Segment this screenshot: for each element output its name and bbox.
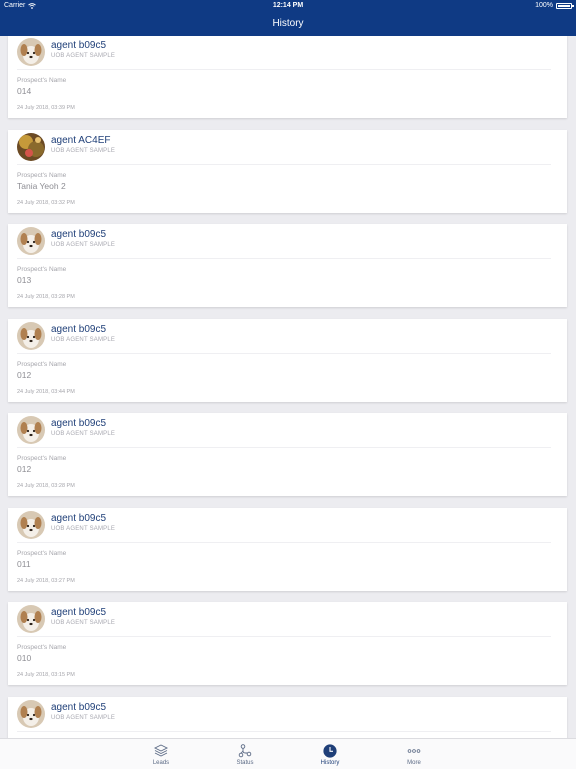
history-timestamp: 24 July 2018, 03:44 PM bbox=[17, 388, 75, 395]
prospect-name-label: Prospect's Name bbox=[17, 360, 67, 368]
card-divider bbox=[17, 352, 551, 354]
history-card[interactable]: agent b09c5 UOB AGENT SAMPLE Prospect's Na… bbox=[8, 318, 567, 402]
history-card[interactable]: agent AC4EF UOB AGENT SAMPLE Prospect's Na… bbox=[8, 129, 567, 213]
agent-avatar bbox=[17, 321, 45, 350]
tab-label: Leads bbox=[152, 760, 170, 766]
agent-name: agent b09c5 bbox=[51, 40, 107, 51]
history-list[interactable]: agent b09c5 UOB AGENT SAMPLE Prospect's Na… bbox=[0, 36, 576, 738]
agent-role: UOB AGENT SAMPLE bbox=[51, 336, 116, 343]
layers-icon bbox=[154, 744, 168, 757]
prospect-name-label: Prospect's Name bbox=[17, 266, 67, 273]
agent-role: UOB AGENT SAMPLE bbox=[51, 431, 116, 437]
tab-label: Status bbox=[236, 760, 254, 766]
tab-label: History bbox=[320, 760, 340, 766]
tab-bar: Leads Status History More bbox=[0, 738, 576, 769]
prospect-name-label: Prospect's Name bbox=[17, 171, 67, 179]
agent-avatar bbox=[17, 227, 45, 255]
prospect-name-label: Prospect's Name bbox=[17, 455, 67, 462]
tab-more[interactable]: More bbox=[384, 739, 444, 769]
agent-name: agent b09c5 bbox=[51, 512, 107, 524]
history-timestamp: 24 July 2018, 03:28 PM bbox=[17, 294, 75, 300]
card-divider bbox=[17, 447, 551, 448]
battery-percent: 100% bbox=[535, 2, 553, 9]
agent-avatar bbox=[17, 38, 45, 66]
prospect-name-value: 011 bbox=[17, 558, 31, 569]
clock-time: 12:14 PM bbox=[272, 2, 304, 9]
history-card[interactable]: agent b09c5 UOB AGENT SAMPLE Prospect's Na… bbox=[8, 413, 567, 496]
agent-name: agent b09c5 bbox=[51, 323, 107, 335]
tab-label: More bbox=[407, 760, 421, 766]
prospect-name-value: 010 bbox=[17, 653, 32, 663]
agent-name: agent b09c5 bbox=[51, 229, 107, 240]
status-flow-icon bbox=[238, 744, 252, 758]
history-card[interactable]: agent b09c5 UOB AGENT SAMPLE Prospect's Na… bbox=[8, 224, 567, 307]
agent-name: agent AC4EF bbox=[51, 134, 111, 146]
agent-avatar bbox=[17, 699, 45, 728]
card-divider bbox=[17, 69, 551, 70]
agent-role: UOB AGENT SAMPLE bbox=[51, 53, 116, 59]
nav-bar: History bbox=[0, 12, 576, 36]
battery-icon bbox=[556, 2, 574, 9]
page-title: History bbox=[272, 18, 304, 29]
tab-history[interactable]: History bbox=[300, 739, 360, 769]
card-divider bbox=[17, 636, 551, 637]
agent-avatar bbox=[17, 416, 45, 444]
agent-avatar bbox=[17, 132, 45, 161]
prospect-name-label: Prospect's Name bbox=[17, 549, 67, 557]
history-card[interactable]: agent b09c5 UOB AGENT SAMPLE bbox=[8, 696, 567, 738]
card-divider bbox=[17, 730, 551, 732]
clock-icon bbox=[323, 744, 337, 758]
history-card[interactable]: agent b09c5 UOB AGENT SAMPLE Prospect's Na… bbox=[8, 36, 567, 118]
history-timestamp: 24 July 2018, 03:27 PM bbox=[17, 577, 75, 584]
prospect-name-value: 012 bbox=[17, 369, 32, 380]
history-card[interactable]: agent b09c5 UOB AGENT SAMPLE Prospect's Na… bbox=[8, 602, 567, 685]
prospect-name-value: 012 bbox=[17, 464, 32, 474]
agent-role: UOB AGENT SAMPLE bbox=[51, 620, 116, 626]
history-timestamp: 24 July 2018, 03:28 PM bbox=[17, 483, 75, 489]
status-bar: Carrier 12:14 PM 100% bbox=[0, 0, 576, 12]
card-divider bbox=[17, 163, 551, 165]
agent-role: UOB AGENT SAMPLE bbox=[51, 714, 116, 721]
battery-indicator: 100% bbox=[535, 2, 574, 9]
tab-status[interactable]: Status bbox=[215, 739, 275, 769]
more-dots-icon bbox=[407, 749, 421, 753]
agent-role: UOB AGENT SAMPLE bbox=[51, 147, 116, 154]
prospect-name-value: Tania Yeoh 2 bbox=[17, 180, 66, 191]
agent-avatar bbox=[17, 510, 45, 539]
agent-avatar bbox=[17, 605, 45, 633]
history-card[interactable]: agent b09c5 UOB AGENT SAMPLE Prospect's Na… bbox=[8, 507, 567, 591]
prospect-name-label: Prospect's Name bbox=[17, 77, 67, 84]
history-timestamp: 24 July 2018, 03:39 PM bbox=[17, 105, 75, 111]
prospect-name-value: 014 bbox=[17, 86, 32, 96]
agent-name: agent b09c5 bbox=[51, 607, 107, 618]
prospect-name-value: 013 bbox=[17, 275, 32, 285]
card-divider bbox=[17, 258, 551, 259]
agent-role: UOB AGENT SAMPLE bbox=[51, 242, 116, 248]
agent-name: agent b09c5 bbox=[51, 418, 107, 429]
prospect-name-label: Prospect's Name bbox=[17, 644, 67, 651]
card-divider bbox=[17, 541, 551, 543]
agent-name: agent b09c5 bbox=[51, 701, 107, 713]
history-timestamp: 24 July 2018, 03:32 PM bbox=[17, 199, 75, 206]
tab-leads[interactable]: Leads bbox=[131, 739, 191, 769]
history-timestamp: 24 July 2018, 03:15 PM bbox=[17, 672, 75, 678]
agent-role: UOB AGENT SAMPLE bbox=[51, 525, 116, 532]
